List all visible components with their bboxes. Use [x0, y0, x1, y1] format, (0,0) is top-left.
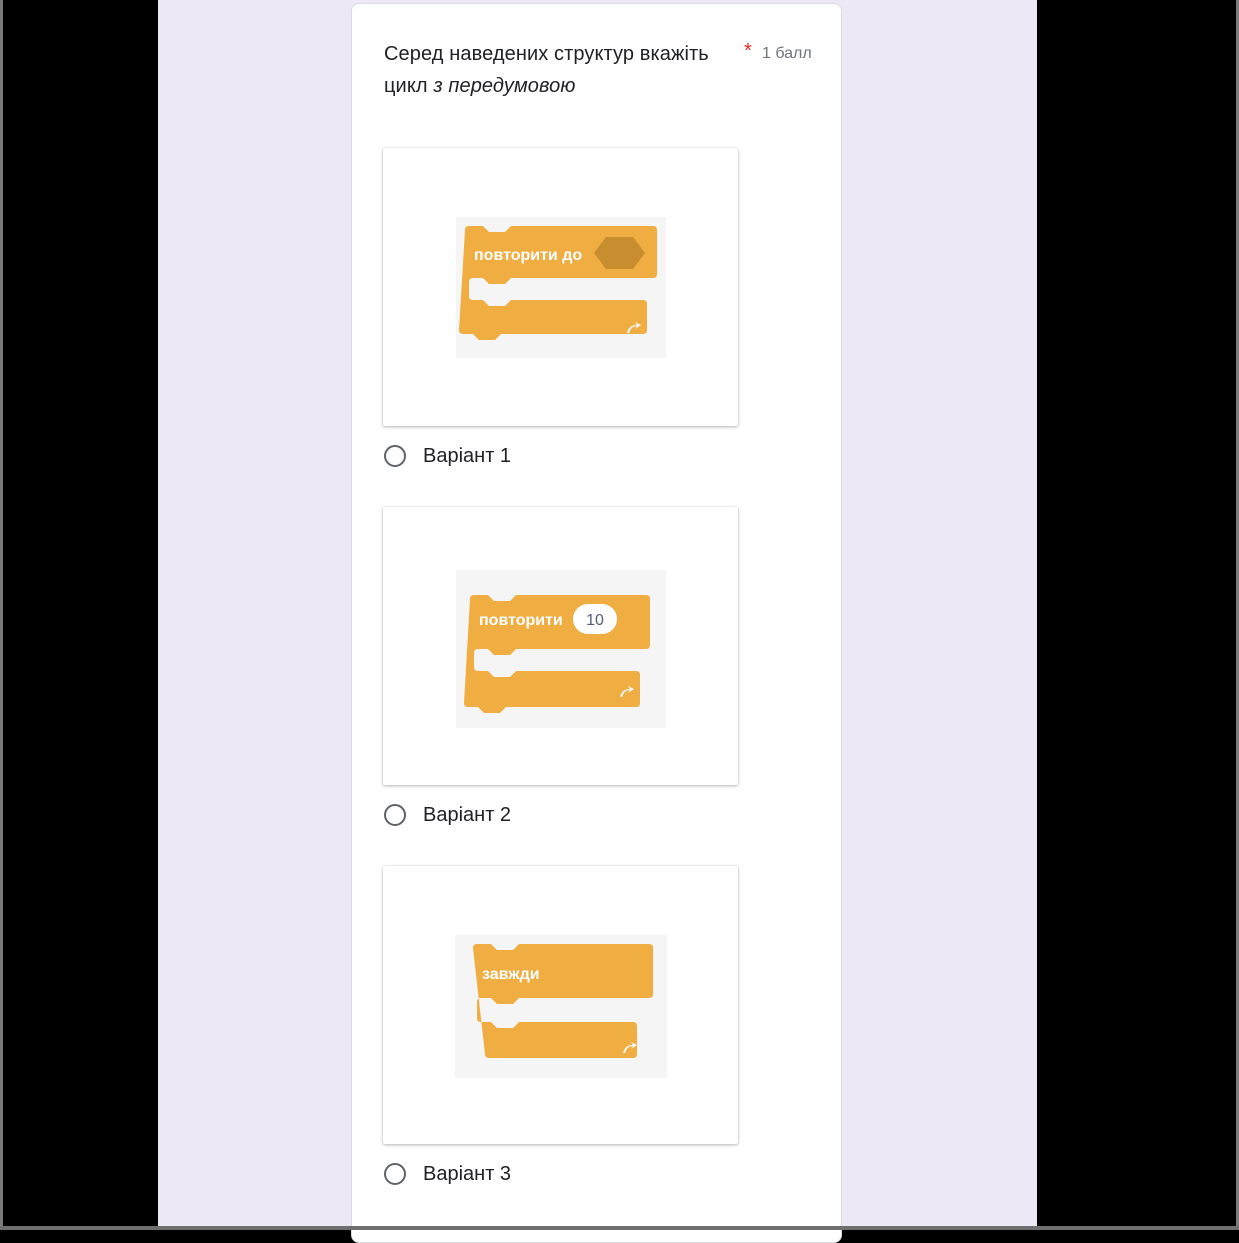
- option-1-image: повторити до: [383, 148, 738, 426]
- question-title: Серед наведених структур вкажіть цикл з …: [384, 38, 734, 102]
- option-1-label: Варіант 1: [423, 444, 512, 467]
- option-3[interactable]: Варіант 3: [384, 1159, 511, 1189]
- right-black-bar: [1037, 0, 1239, 1230]
- option-3-label: Варіант 3: [423, 1162, 512, 1185]
- option-1[interactable]: Варіант 1: [384, 441, 511, 471]
- option-2[interactable]: Варіант 2: [384, 800, 511, 830]
- forever-block: завжди: [455, 935, 667, 1078]
- repeat-count-block: 10 повторити: [456, 570, 666, 728]
- radio-button-3[interactable]: [384, 1163, 406, 1185]
- points-label: 1 балл: [762, 45, 812, 62]
- required-asterisk: *: [744, 40, 752, 62]
- option-2-label: Варіант 2: [423, 803, 512, 826]
- block-label: повторити: [479, 612, 563, 629]
- block-label: повторити до: [474, 247, 582, 264]
- radio-button-1[interactable]: [384, 445, 406, 467]
- block-value: 10: [586, 612, 604, 629]
- option-2-image: 10 повторити: [383, 507, 738, 785]
- option-3-image: завжди: [383, 866, 738, 1144]
- radio-button-2[interactable]: [384, 804, 406, 826]
- question-card: Серед наведених структур вкажіть цикл з …: [351, 3, 842, 1243]
- block-label: завжди: [482, 966, 540, 983]
- repeat-until-block: повторити до: [456, 217, 666, 358]
- left-black-bar: [0, 0, 158, 1230]
- question-emphasis: з передумовою: [433, 75, 576, 97]
- bottom-edge: [0, 1226, 1239, 1230]
